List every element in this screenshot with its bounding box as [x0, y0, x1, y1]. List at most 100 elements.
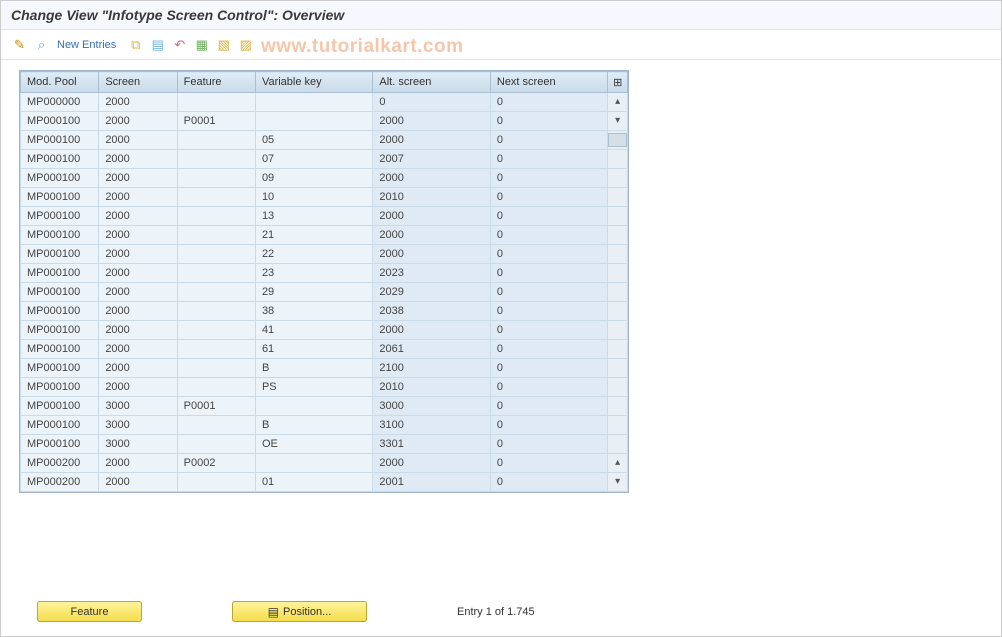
cell[interactable]: MP000100 [21, 169, 99, 188]
cell[interactable]: P0001 [177, 112, 255, 131]
table-row[interactable]: MP00010020001320000 [21, 207, 628, 226]
cell[interactable] [177, 473, 255, 492]
cell[interactable]: 0 [490, 93, 607, 112]
cell[interactable]: MP000100 [21, 435, 99, 454]
cell[interactable]: MP000100 [21, 207, 99, 226]
cell[interactable]: MP000100 [21, 245, 99, 264]
cell[interactable]: 0 [490, 302, 607, 321]
cell[interactable]: 2000 [373, 226, 490, 245]
cell[interactable]: 2000 [99, 454, 177, 473]
cell[interactable]: 2000 [373, 131, 490, 150]
cell[interactable]: 2000 [99, 188, 177, 207]
cell[interactable]: 2100 [373, 359, 490, 378]
cell[interactable]: 0 [490, 264, 607, 283]
cell[interactable]: 2029 [373, 283, 490, 302]
cell[interactable]: 2000 [373, 207, 490, 226]
cell[interactable] [255, 112, 372, 131]
col-screen[interactable]: Screen [99, 72, 177, 93]
cell[interactable] [177, 93, 255, 112]
cell[interactable] [177, 416, 255, 435]
cell[interactable]: 3301 [373, 435, 490, 454]
cell[interactable]: MP000100 [21, 321, 99, 340]
scroll-thumb[interactable] [608, 133, 627, 147]
cell[interactable]: MP000100 [21, 359, 99, 378]
cell[interactable]: 0 [490, 283, 607, 302]
cell[interactable]: 2001 [373, 473, 490, 492]
cell[interactable]: 2000 [99, 169, 177, 188]
cell[interactable]: MP000100 [21, 150, 99, 169]
cell[interactable]: MP000200 [21, 454, 99, 473]
table-row[interactable]: MP00010020003820380 [21, 302, 628, 321]
cell[interactable]: P0001 [177, 397, 255, 416]
scroll-up-icon[interactable]: ▾ [608, 116, 627, 126]
cell[interactable]: 2000 [99, 359, 177, 378]
cell[interactable]: 13 [255, 207, 372, 226]
table-row[interactable]: MP0001002000B21000 [21, 359, 628, 378]
cell[interactable]: 2000 [99, 112, 177, 131]
cell[interactable]: 2038 [373, 302, 490, 321]
table-row[interactable]: MP0001003000P000130000 [21, 397, 628, 416]
cell[interactable]: 3000 [99, 435, 177, 454]
cell[interactable]: 07 [255, 150, 372, 169]
table-row[interactable]: MP0001003000B31000 [21, 416, 628, 435]
cell[interactable]: 2000 [99, 340, 177, 359]
cell[interactable]: PS [255, 378, 372, 397]
cell[interactable]: 2000 [99, 226, 177, 245]
col-altscreen[interactable]: Alt. screen [373, 72, 490, 93]
cell[interactable]: 2010 [373, 188, 490, 207]
table-settings-icon[interactable]: ⊞ [608, 72, 628, 93]
cell[interactable] [177, 150, 255, 169]
other-view-icon[interactable]: ⌕ [33, 36, 50, 53]
cell[interactable]: 3100 [373, 416, 490, 435]
cell[interactable]: OE [255, 435, 372, 454]
cell[interactable]: 38 [255, 302, 372, 321]
cell[interactable]: MP000100 [21, 283, 99, 302]
cell[interactable]: 0 [490, 207, 607, 226]
table-row[interactable]: MP00010020002120000 [21, 226, 628, 245]
cell[interactable]: B [255, 416, 372, 435]
cell[interactable]: 2000 [373, 169, 490, 188]
cell[interactable]: 2000 [99, 264, 177, 283]
select-block-icon[interactable]: ▧ [215, 36, 232, 53]
table-row[interactable]: MP00010020000920000 [21, 169, 628, 188]
cell[interactable] [177, 131, 255, 150]
table-row[interactable]: MP00020020000120010▾ [21, 473, 628, 492]
deselect-all-icon[interactable]: ▨ [237, 36, 254, 53]
cell[interactable]: 2000 [99, 93, 177, 112]
cell[interactable] [177, 435, 255, 454]
cell[interactable]: 0 [490, 397, 607, 416]
col-feature[interactable]: Feature [177, 72, 255, 93]
cell[interactable]: 0 [490, 131, 607, 150]
cell[interactable]: MP000100 [21, 188, 99, 207]
cell[interactable]: 0 [490, 416, 607, 435]
cell[interactable]: 01 [255, 473, 372, 492]
cell[interactable]: 22 [255, 245, 372, 264]
cell[interactable]: MP000100 [21, 112, 99, 131]
cell[interactable]: 2000 [373, 245, 490, 264]
cell[interactable]: MP000100 [21, 340, 99, 359]
cell[interactable] [177, 188, 255, 207]
table-row[interactable]: MP000000200000▴ [21, 93, 628, 112]
cell[interactable]: 2061 [373, 340, 490, 359]
cell[interactable]: 2000 [373, 454, 490, 473]
cell[interactable]: 0 [490, 340, 607, 359]
cell[interactable] [177, 207, 255, 226]
cell[interactable]: 2000 [99, 321, 177, 340]
cell[interactable]: 23 [255, 264, 372, 283]
cell[interactable]: 2000 [99, 150, 177, 169]
cell[interactable]: 3000 [373, 397, 490, 416]
table-row[interactable]: MP0001002000PS20100 [21, 378, 628, 397]
cell[interactable] [177, 283, 255, 302]
cell[interactable]: 61 [255, 340, 372, 359]
cell[interactable]: 0 [373, 93, 490, 112]
cell[interactable]: 21 [255, 226, 372, 245]
cell[interactable]: 0 [490, 112, 607, 131]
cell[interactable]: MP000100 [21, 264, 99, 283]
table-row[interactable]: MP00010020002220000 [21, 245, 628, 264]
table-row[interactable]: MP0001002000P000120000▾ [21, 112, 628, 131]
scroll-down-icon[interactable]: ▴ [608, 458, 627, 468]
cell[interactable]: 0 [490, 188, 607, 207]
delete-icon[interactable]: ▤ [149, 36, 166, 53]
cell[interactable]: 2000 [99, 378, 177, 397]
cell[interactable] [177, 245, 255, 264]
